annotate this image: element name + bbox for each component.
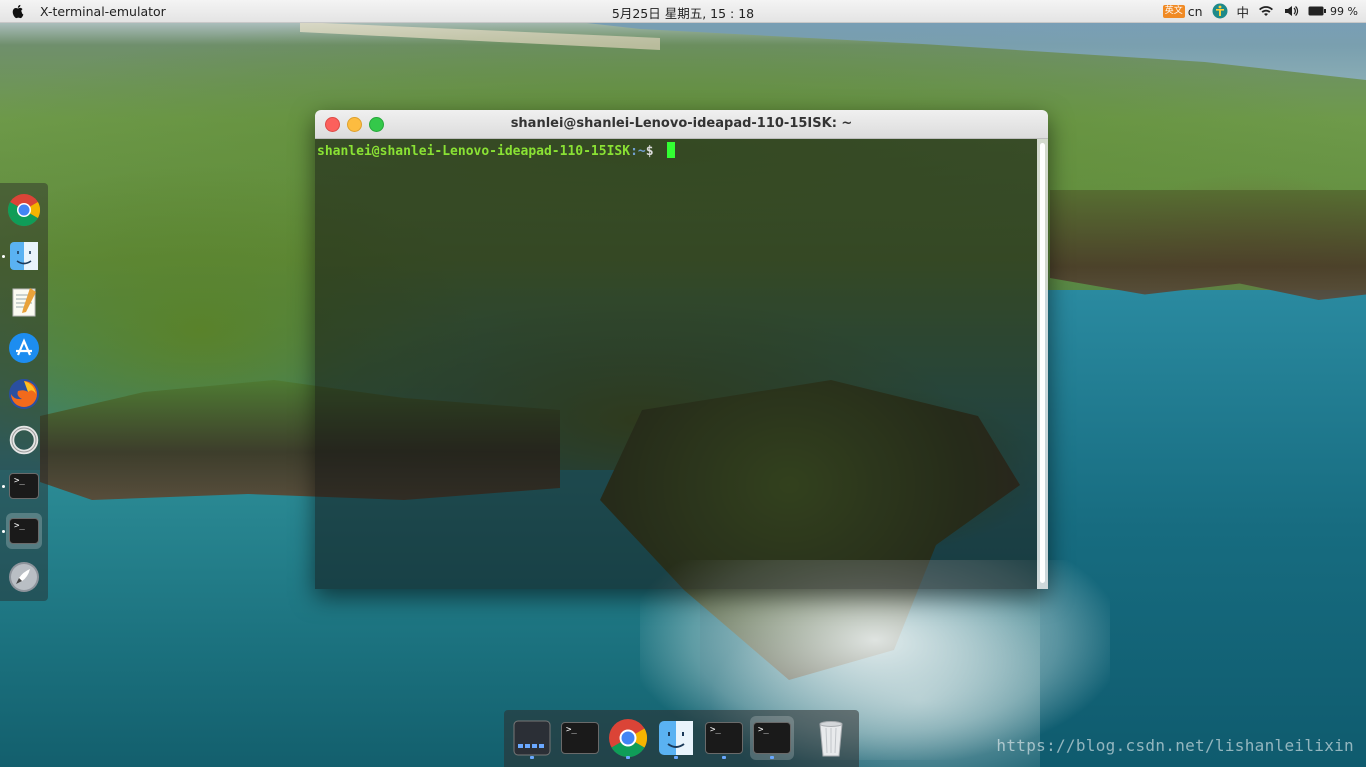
clock[interactable]: 5月25日 星期五, 15 : 18 xyxy=(612,3,754,22)
wallpaper-beach xyxy=(300,22,660,50)
input-method-label[interactable]: 中 xyxy=(1237,2,1250,21)
dock-firefox[interactable] xyxy=(6,376,42,412)
prompt-symbol: $ xyxy=(645,144,662,159)
terminal-icon: >_ xyxy=(753,722,791,754)
dock-app-store[interactable] xyxy=(6,330,42,366)
top-menu-bar: X-terminal-emulator 5月25日 星期五, 15 : 18 英… xyxy=(0,0,1366,23)
dock-terminal-1[interactable]: >_ xyxy=(2,468,42,504)
accessibility-icon[interactable] xyxy=(1212,3,1228,19)
chrome-icon xyxy=(7,194,41,227)
terminal-titlebar[interactable]: shanlei@shanlei-Lenovo-ideapad-110-15ISK… xyxy=(315,110,1048,139)
ime-language: cn xyxy=(1187,3,1203,19)
apple-logo-icon[interactable] xyxy=(10,3,26,19)
dock-chrome[interactable] xyxy=(606,716,650,760)
terminal-icon: >_ xyxy=(9,473,39,499)
terminal-icon: >_ xyxy=(9,518,39,544)
terminal-prompt-line[interactable]: shanlei@shanlei-Lenovo-ideapad-110-15ISK… xyxy=(317,142,676,159)
terminal-scrollbar[interactable] xyxy=(1037,139,1048,589)
terminal-icon: >_ xyxy=(705,722,743,754)
wallpaper-sea-horizon xyxy=(560,20,1366,80)
terminal-cursor xyxy=(667,142,676,158)
bottom-dock: >_ >_ >_ xyxy=(504,710,859,767)
scrollbar-thumb[interactable] xyxy=(1040,143,1045,583)
prompt-path: :~ xyxy=(630,144,646,159)
terminal-icon: >_ xyxy=(561,722,599,754)
wifi-icon[interactable] xyxy=(1258,3,1274,19)
settings-ring-icon xyxy=(9,425,39,455)
dock-terminal-1[interactable]: >_ xyxy=(558,716,602,760)
window-preview-icon xyxy=(513,720,551,756)
dock-trash[interactable] xyxy=(809,716,853,760)
dock-terminal-2[interactable]: >_ xyxy=(2,513,42,549)
dock-terminal-3[interactable]: >_ xyxy=(750,716,794,760)
volume-icon[interactable] xyxy=(1283,3,1299,19)
terminal-body[interactable]: shanlei@shanlei-Lenovo-ideapad-110-15ISK… xyxy=(315,139,1037,589)
dock-window-preview[interactable] xyxy=(510,716,554,760)
dock-finder[interactable] xyxy=(2,238,42,274)
dock-launchpad[interactable] xyxy=(6,559,42,595)
dock-system-settings[interactable] xyxy=(6,422,42,458)
left-dock: >_ >_ xyxy=(0,183,48,601)
battery-percent: 99 % xyxy=(1330,4,1358,18)
dock-terminal-2[interactable]: >_ xyxy=(702,716,746,760)
wallpaper-cliffs-right xyxy=(1050,190,1366,300)
watermark-text: https://blog.csdn.net/lishanleilixin xyxy=(996,736,1354,755)
terminal-window[interactable]: shanlei@shanlei-Lenovo-ideapad-110-15ISK… xyxy=(315,110,1048,589)
text-editor-icon xyxy=(12,288,36,317)
active-app-title[interactable]: X-terminal-emulator xyxy=(40,4,166,19)
dock-chrome[interactable] xyxy=(6,192,42,228)
app-store-icon xyxy=(9,333,39,363)
finder-icon xyxy=(10,242,38,270)
trash-icon xyxy=(819,721,843,757)
ime-badge: 英文 xyxy=(1162,4,1185,18)
dock-finder[interactable] xyxy=(654,716,698,760)
firefox-icon xyxy=(9,379,39,409)
system-tray: 英文 cn 中 99 % xyxy=(1162,0,1358,22)
terminal-title: shanlei@shanlei-Lenovo-ideapad-110-15ISK… xyxy=(510,116,853,131)
dock-text-editor[interactable] xyxy=(6,284,42,320)
battery-indicator[interactable]: 99 % xyxy=(1308,5,1358,18)
chrome-icon xyxy=(609,719,648,758)
rocket-icon xyxy=(9,562,39,592)
battery-icon xyxy=(1308,6,1327,16)
prompt-user-host: shanlei@shanlei-Lenovo-ideapad-110-15ISK xyxy=(317,144,631,159)
ime-indicator[interactable]: 英文 cn xyxy=(1162,3,1203,19)
finder-icon xyxy=(659,721,693,755)
